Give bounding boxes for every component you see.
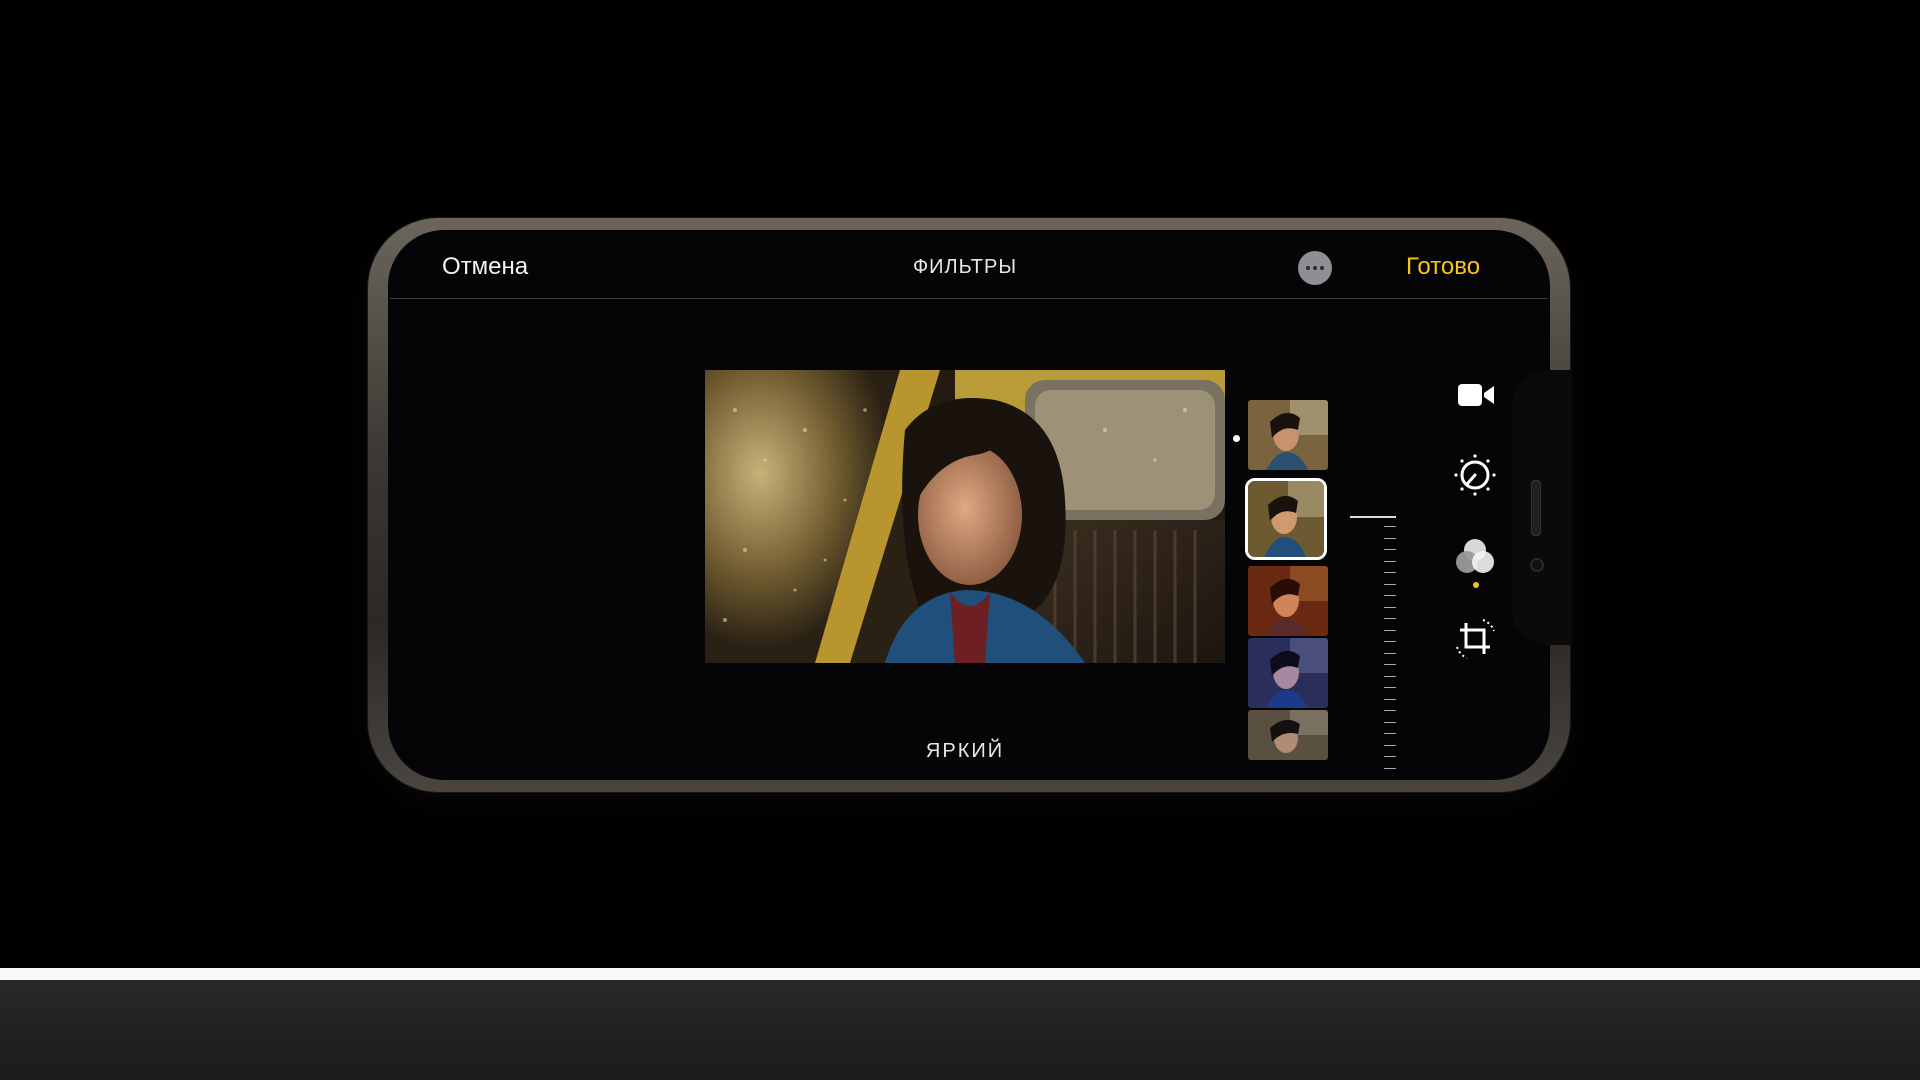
cancel-button[interactable]: Отмена xyxy=(442,253,528,281)
slider-tick xyxy=(1384,756,1396,757)
filter-thumbnail[interactable] xyxy=(1248,638,1328,708)
filter-thumbnail[interactable] xyxy=(1248,710,1328,760)
crop-rotate-icon xyxy=(1456,619,1495,659)
filter-thumbnail-selected[interactable] xyxy=(1245,478,1327,560)
photo-image xyxy=(705,370,1225,663)
video-tool-button[interactable] xyxy=(1454,373,1498,417)
slider-tick xyxy=(1384,549,1396,550)
slider-tick xyxy=(1384,606,1396,608)
more-dot-icon xyxy=(1306,266,1310,270)
slider-tick xyxy=(1384,560,1396,562)
original-indicator-dot xyxy=(1233,435,1240,442)
thumbnail-image xyxy=(1248,638,1328,708)
more-options-button[interactable] xyxy=(1298,251,1332,285)
bottom-panel xyxy=(0,980,1920,1080)
top-divider xyxy=(390,298,1548,299)
slider-tick xyxy=(1384,572,1396,573)
sensor-housing xyxy=(1512,370,1572,645)
photo-preview xyxy=(705,370,1225,663)
slider-tick xyxy=(1384,733,1396,734)
thumbnail-image xyxy=(1248,481,1324,557)
filter-thumbnail[interactable] xyxy=(1248,566,1328,636)
more-dot-icon xyxy=(1320,266,1324,270)
slider-tick xyxy=(1384,629,1396,631)
slider-tick xyxy=(1384,698,1396,700)
thumbnail-image xyxy=(1248,400,1328,470)
crop-tool-button[interactable] xyxy=(1453,617,1497,661)
slider-tick xyxy=(1384,652,1396,654)
adjust-tool-button[interactable] xyxy=(1453,453,1497,497)
slider-tick xyxy=(1384,641,1396,642)
slider-tick xyxy=(1384,675,1396,677)
slider-tick xyxy=(1384,744,1396,746)
thumbnail-image xyxy=(1248,710,1328,760)
filters-icon xyxy=(1456,539,1494,573)
slider-position-marker[interactable] xyxy=(1350,516,1396,518)
video-camera-icon xyxy=(1458,384,1494,406)
page-title: ФИЛЬТРЫ xyxy=(912,256,1018,278)
slider-tick xyxy=(1384,721,1396,723)
adjust-dial-icon xyxy=(1454,454,1496,496)
slider-tick xyxy=(1384,664,1396,665)
thumbnail-image xyxy=(1248,566,1328,636)
speaker-grille xyxy=(1531,480,1541,536)
filters-tool-button[interactable] xyxy=(1453,535,1497,579)
more-dot-icon xyxy=(1313,266,1317,270)
slider-tick xyxy=(1384,767,1396,769)
filter-name-label: ЯРКИЙ xyxy=(925,740,1005,762)
front-camera xyxy=(1530,558,1544,572)
slider-tick xyxy=(1384,583,1396,585)
slider-tick xyxy=(1384,687,1396,688)
slider-tick xyxy=(1384,710,1396,711)
slider-tick xyxy=(1384,595,1396,596)
filter-thumbnail[interactable] xyxy=(1248,400,1328,470)
done-button[interactable]: Готово xyxy=(1406,253,1480,281)
slider-tick xyxy=(1384,618,1396,619)
white-divider-bar xyxy=(0,968,1920,980)
active-tool-indicator xyxy=(1473,582,1479,588)
filter-intensity-slider[interactable] xyxy=(1350,512,1400,776)
slider-tick xyxy=(1384,537,1396,539)
slider-tick xyxy=(1384,526,1396,527)
